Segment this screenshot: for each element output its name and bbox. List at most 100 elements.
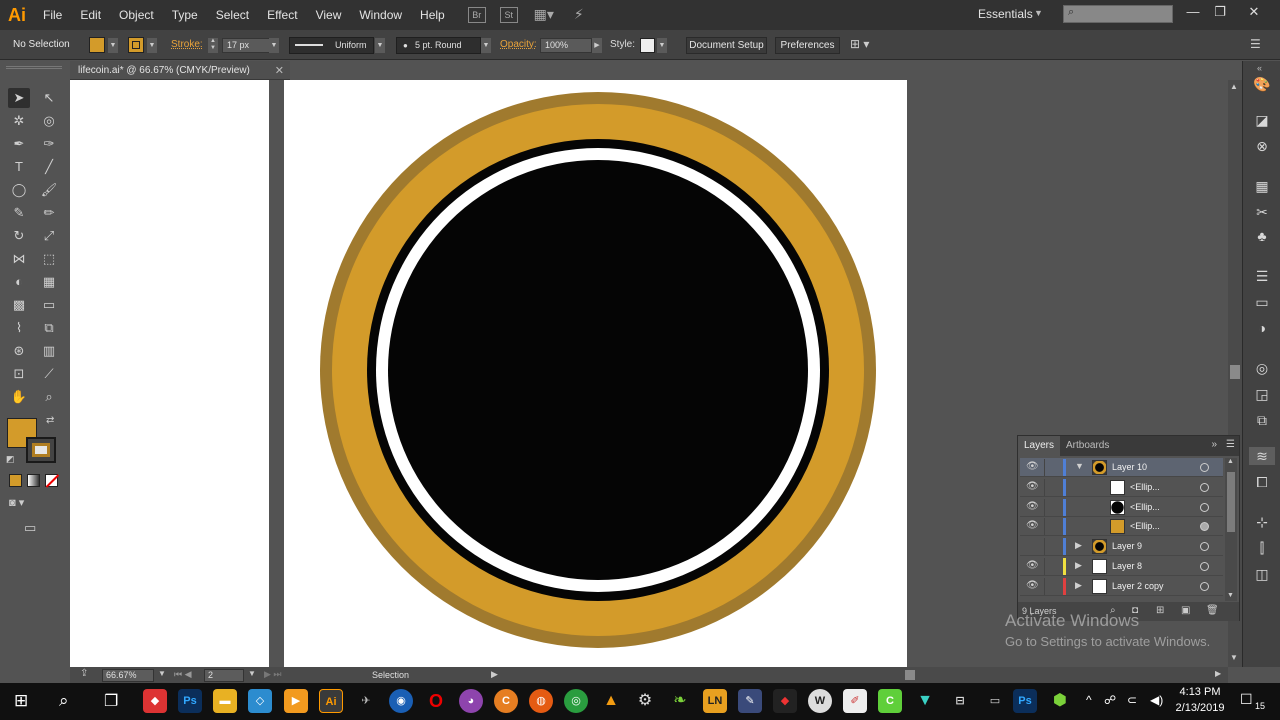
color-panel-icon[interactable]: 🎨	[1253, 75, 1271, 93]
swap-colors-icon[interactable]: ⇄	[46, 415, 54, 426]
artboards-icon[interactable]: ⧠	[1253, 473, 1271, 491]
opacity-field[interactable]: 100%	[540, 38, 592, 53]
scale-tool-icon[interactable]: ⤢	[38, 226, 60, 246]
visibility-eye-icon[interactable]: 👁	[1026, 501, 1039, 512]
pen-tool-icon[interactable]: ✒	[8, 134, 30, 154]
menu-view[interactable]: View	[307, 0, 351, 30]
gradient-tool-icon[interactable]: ▭	[38, 295, 60, 315]
variable-width-profile[interactable]: Uniform	[289, 37, 374, 54]
menu-edit[interactable]: Edit	[71, 0, 110, 30]
lock-toggle[interactable]	[1044, 498, 1058, 516]
mesh-tool-icon[interactable]: ▩	[8, 295, 30, 315]
search-icon[interactable]: ⌕	[59, 691, 69, 711]
settings-gear-icon[interactable]: ⚙	[633, 689, 657, 713]
layer-name[interactable]: <Ellip...	[1130, 482, 1160, 492]
fill-dropdown[interactable]: ▼	[108, 38, 118, 53]
layer-row[interactable]: 👁 ▶ Layer 2 copy	[1020, 577, 1223, 596]
close-icon[interactable]: ✕	[275, 64, 284, 77]
layer-name[interactable]: Layer 10	[1112, 462, 1147, 472]
scroll-down-icon[interactable]: ▼	[1230, 653, 1238, 662]
taskbar-app-icon[interactable]: C	[494, 689, 518, 713]
visibility-eye-icon[interactable]: 👁	[1026, 580, 1039, 591]
bridge-icon[interactable]: Br	[467, 7, 486, 23]
network-icon[interactable]: ☍	[1104, 693, 1116, 707]
curvature-tool-icon[interactable]: ✑	[38, 134, 60, 154]
align-icon[interactable]: ⫿	[1253, 539, 1271, 557]
menu-object[interactable]: Object	[110, 0, 163, 30]
taskbar-app-icon[interactable]: LN	[703, 689, 727, 713]
artboard-field[interactable]: 2	[204, 669, 244, 682]
chevron-down-icon[interactable]: ▼	[1034, 8, 1043, 18]
collapse-dock-icon[interactable]: «	[1257, 63, 1262, 73]
cc-libraries-icon[interactable]: ⊗	[1253, 137, 1271, 155]
task-view-icon[interactable]: ❐	[104, 691, 118, 711]
lock-toggle[interactable]	[1044, 518, 1058, 536]
taskbar-app-icon[interactable]: ◉	[389, 689, 413, 713]
graphic-style-dropdown[interactable]: ▼	[657, 38, 667, 53]
lock-toggle[interactable]	[1044, 538, 1058, 556]
target-icon[interactable]	[1200, 502, 1209, 512]
restore-icon[interactable]: ❐	[1211, 4, 1229, 20]
symbol-sprayer-tool-icon[interactable]: ⊛	[8, 341, 30, 361]
firefox-icon[interactable]: ◍	[529, 689, 553, 713]
close-icon[interactable]: ✕	[1245, 4, 1263, 20]
stroke-label[interactable]: Stroke:	[171, 39, 203, 50]
layers-icon[interactable]: ≋	[1249, 447, 1275, 465]
ellipse-tool-icon[interactable]: ◯	[8, 180, 30, 200]
status-arrow-icon[interactable]: ▶	[491, 669, 498, 680]
transform-icon[interactable]: ⊹	[1253, 513, 1271, 531]
vlc-icon[interactable]: ▲	[599, 689, 623, 713]
menu-effect[interactable]: Effect	[258, 0, 306, 30]
layer-name[interactable]: <Ellip...	[1130, 502, 1160, 512]
layers-scrollbar[interactable]: ▲ ▼	[1225, 458, 1237, 601]
visibility-eye-icon[interactable]: 👁	[1026, 520, 1039, 531]
line-segment-tool-icon[interactable]: ╱	[38, 157, 60, 177]
delete-layer-icon[interactable]: 🗑	[1206, 605, 1219, 616]
photoshop-icon[interactable]: Ps	[1013, 689, 1037, 713]
variable-width-dropdown[interactable]: ▼	[375, 38, 385, 53]
expand-panel-icon[interactable]: »	[1211, 439, 1217, 450]
menu-file[interactable]: File	[34, 0, 71, 30]
artboard-dropdown-icon[interactable]: ▼	[248, 669, 256, 678]
layer-name[interactable]: Layer 2 copy	[1112, 581, 1164, 591]
file-explorer-icon[interactable]: ▬	[213, 689, 237, 713]
hand-tool-icon[interactable]: ✋	[8, 387, 30, 407]
column-graph-tool-icon[interactable]: ▥	[38, 341, 60, 361]
taskbar-app-icon[interactable]: ✐	[843, 689, 867, 713]
visibility-eye-icon[interactable]: 👁	[1026, 481, 1039, 492]
wordpress-icon[interactable]: W	[808, 689, 832, 713]
layer-row[interactable]: 👁 ▶ Layer 8	[1020, 557, 1223, 576]
visibility-eye-icon[interactable]: 👁	[1026, 461, 1039, 472]
none-mode-button[interactable]	[45, 474, 60, 488]
opera-icon[interactable]: O	[424, 689, 448, 713]
layer-row[interactable]: 👁 <Ellip...	[1020, 498, 1223, 517]
arrange-documents-icon[interactable]: ▦▾	[532, 7, 556, 23]
taskbar-app-icon[interactable]: ▭	[983, 689, 1007, 713]
panel-grip[interactable]	[6, 66, 62, 69]
taskbar-app-icon[interactable]: ◇	[248, 689, 272, 713]
taskbar-app-icon[interactable]: ❧	[668, 689, 692, 713]
magic-wand-tool-icon[interactable]: ✲	[8, 111, 30, 131]
clock-date[interactable]: 2/13/2019	[1170, 702, 1230, 714]
notifications-icon[interactable]: ☐	[1240, 691, 1253, 708]
horizontal-scrollbar[interactable]: ◀ ▶	[507, 667, 1228, 683]
taskbar-app-icon[interactable]: ✈	[354, 689, 378, 713]
expand-arrow-icon[interactable]: ▶	[1075, 580, 1082, 591]
perspective-grid-tool-icon[interactable]: ▦	[38, 272, 60, 292]
pathfinder-icon[interactable]: ◫	[1253, 565, 1271, 583]
horizontal-scroll-thumb[interactable]	[905, 670, 915, 680]
artboard-tool-icon[interactable]: ⊡	[8, 364, 30, 384]
taskbar-app-icon[interactable]: ▼	[913, 689, 937, 713]
scroll-down-icon[interactable]: ▼	[1227, 592, 1234, 599]
color-mode-button[interactable]	[9, 474, 22, 487]
expand-arrow-icon[interactable]: ▶	[1075, 540, 1082, 551]
layer-row[interactable]: 👁 <Ellip...	[1020, 478, 1223, 497]
target-icon[interactable]	[1200, 463, 1209, 472]
document-tab[interactable]: lifecoin.ai* @ 66.67% (CMYK/Preview) ✕	[70, 61, 290, 80]
tab-layers[interactable]: Layers	[1018, 436, 1061, 456]
width-tool-icon[interactable]: ⋈	[8, 249, 30, 269]
stroke-dropdown[interactable]: ▼	[147, 38, 157, 53]
stroke-weight-dropdown[interactable]: ▼	[269, 38, 279, 53]
help-search-input[interactable]	[1063, 5, 1173, 23]
chrome-icon[interactable]: ◎	[564, 689, 588, 713]
